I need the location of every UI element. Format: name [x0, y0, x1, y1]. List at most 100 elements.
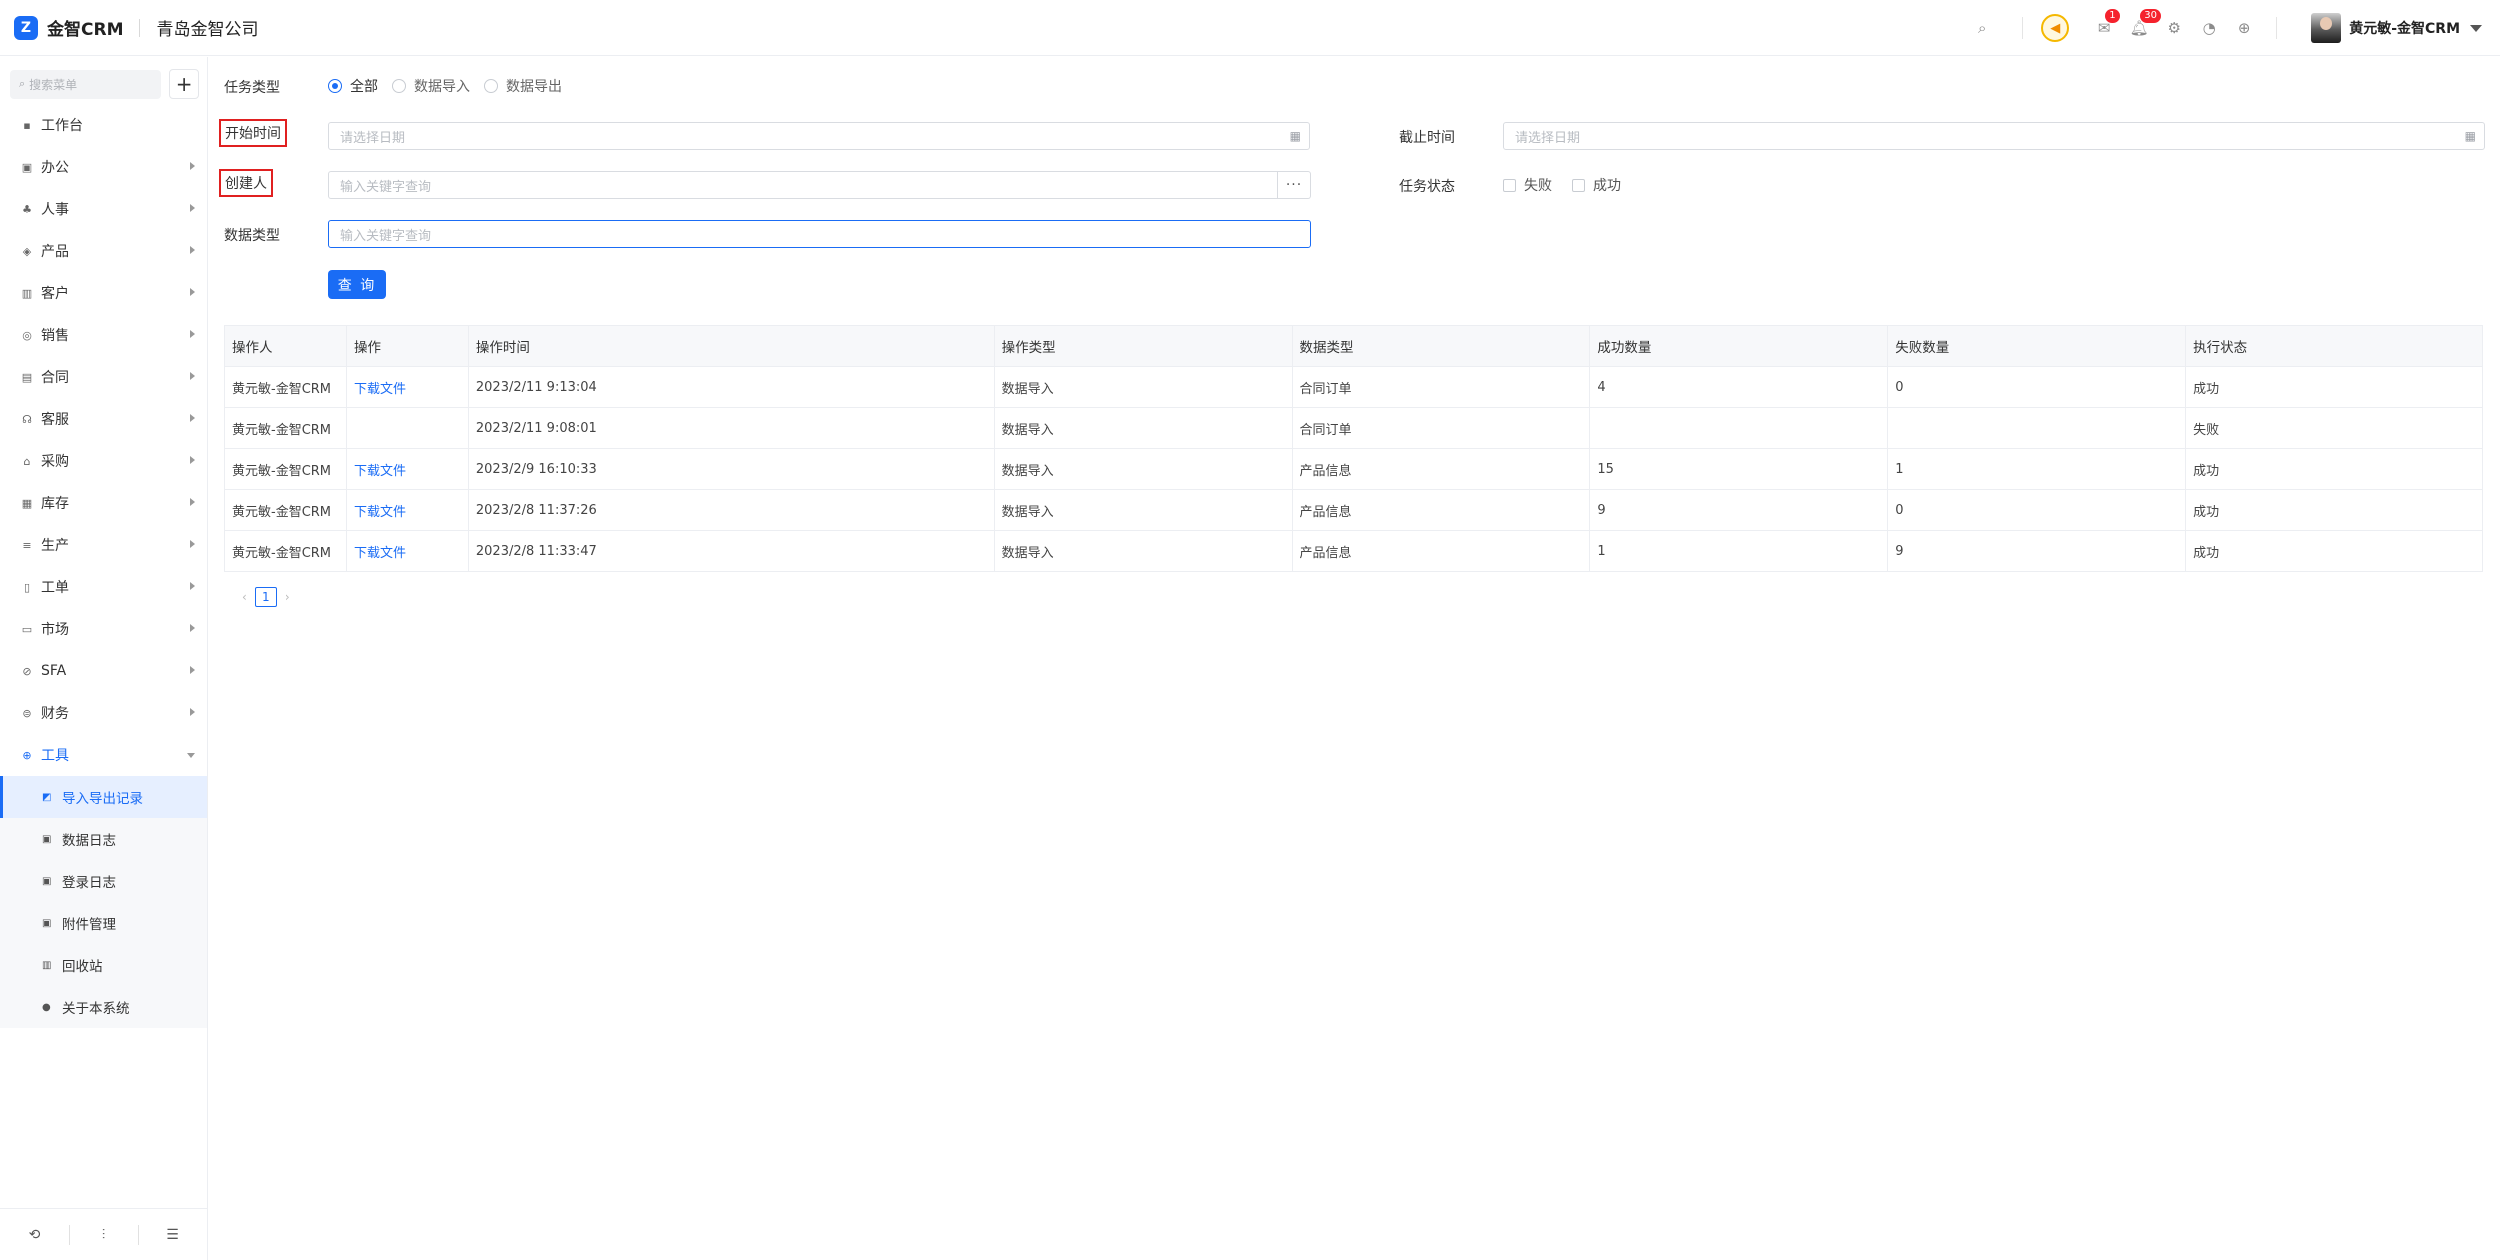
sidebar-item-data-log[interactable]: ▣ 数据日志 — [0, 818, 207, 860]
cell-status: 失败 — [2185, 407, 2483, 449]
cell-time: 2023/2/8 11:37:26 — [467, 489, 995, 531]
sidebar-item-import-export-records[interactable]: ◩ 导入导出记录 — [0, 776, 207, 818]
column-header[interactable]: 执行状态 — [2185, 325, 2483, 367]
menu-search-input[interactable]: ⌕ 搜索菜单 — [10, 69, 162, 99]
collapse-menu-icon[interactable]: ☰ — [138, 1224, 207, 1245]
table-row: 黄元敏-金智CRM 下载文件 2023/2/8 11:33:47 数据导入 产品… — [224, 530, 2483, 572]
sidebar-item-finance[interactable]: ⊜ 财务 — [0, 692, 207, 734]
radio-dot — [392, 79, 406, 93]
app-logo[interactable]: Z 金智CRM — [14, 15, 123, 40]
support-icon: ☊ — [22, 412, 32, 426]
radio-data-import[interactable]: 数据导入 — [392, 76, 470, 96]
sidebar-item-purchase[interactable]: ⌂ 采购 — [0, 440, 207, 482]
column-header[interactable]: 成功数量 — [1589, 325, 1889, 367]
download-file-link[interactable]: 下载文件 — [345, 448, 469, 490]
cell-operation-type: 数据导入 — [993, 407, 1293, 449]
data-type-label: 数据类型 — [224, 228, 280, 244]
cell-data-type: 合同订单 — [1291, 366, 1591, 408]
message-icon[interactable]: ✉ 1 — [2094, 9, 2120, 38]
sidebar-item-sales[interactable]: ◎ 销售 — [0, 314, 207, 356]
sidebar-item-service[interactable]: ☊ 客服 — [0, 398, 207, 440]
sidebar-item-ticket[interactable]: ▯ 工单 — [0, 566, 207, 608]
column-header[interactable]: 操作时间 — [467, 325, 995, 367]
start-time-label: 开始时间 — [219, 119, 287, 147]
sidebar-item-contract[interactable]: ▤ 合同 — [0, 356, 207, 398]
column-header[interactable]: 操作人 — [224, 325, 347, 367]
gear-icon[interactable]: ⚙ — [2164, 18, 2184, 38]
radio-dot — [484, 79, 498, 93]
cell-operation-type: 数据导入 — [993, 448, 1293, 490]
dashboard-icon: ▪ — [23, 118, 31, 132]
column-header[interactable]: 数据类型 — [1291, 325, 1591, 367]
sidebar-item-sfa[interactable]: ⊘ SFA — [0, 650, 207, 692]
query-button[interactable]: 查 询 — [328, 270, 386, 299]
prev-page-icon[interactable]: ‹ — [242, 590, 247, 604]
checkbox-success[interactable]: 成功 — [1572, 175, 1621, 195]
top-header: Z 金智CRM 青岛金智公司 ⌕ ◀ ✉ 1 🔔︎ 30 ⚙ ◔ ⊕ 黄元敏-金… — [0, 0, 2500, 56]
sidebar-item-label: SFA — [41, 663, 67, 679]
header-toolbar: ⌕ ◀ ✉ 1 🔔︎ 30 ⚙ ◔ ⊕ 黄元敏-金智CRM — [1957, 0, 2500, 56]
more-options-icon[interactable]: ··· — [1278, 171, 1311, 199]
login-log-icon: ▣ — [42, 875, 52, 887]
cell-operator: 黄元敏-金智CRM — [224, 366, 347, 408]
data-type-input[interactable]: 输入关键字查询 — [328, 220, 1311, 248]
next-page-icon[interactable]: › — [285, 590, 290, 604]
import-export-icon: ◩ — [42, 791, 52, 803]
sidebar-item-customer[interactable]: ▥ 客户 — [0, 272, 207, 314]
download-file-link[interactable]: 下载文件 — [345, 366, 469, 408]
sidebar-item-recycle-bin[interactable]: ▥ 回收站 — [0, 944, 207, 986]
download-file-link[interactable]: 下载文件 — [345, 489, 469, 531]
company-name[interactable]: 青岛金智公司 — [156, 15, 258, 40]
end-date-input[interactable]: 请选择日期 ▦ — [1503, 122, 2485, 150]
sidebar-item-workbench[interactable]: ▪ 工作台 — [0, 104, 207, 146]
sidebar-item-label: 回收站 — [62, 959, 103, 975]
task-type-label: 任务类型 — [224, 80, 280, 96]
search-icon: ⌕ — [19, 77, 26, 90]
column-header[interactable]: 操作类型 — [993, 325, 1293, 367]
table-header-row: 操作人 操作 操作时间 操作类型 数据类型 成功数量 失败数量 执行状态 — [224, 325, 2483, 367]
radio-all[interactable]: 全部 — [328, 76, 378, 96]
user-menu[interactable]: 黄元敏-金智CRM — [2311, 13, 2482, 43]
message-badge: 1 — [2105, 9, 2120, 23]
sidebar-item-label: 生产 — [41, 538, 69, 554]
page-button-1[interactable]: 1 — [254, 587, 277, 607]
sidebar-item-hr[interactable]: ♣ 人事 — [0, 188, 207, 230]
cell-data-type: 合同订单 — [1291, 407, 1591, 449]
sidebar-item-product[interactable]: ◈ 产品 — [0, 230, 207, 272]
column-header[interactable]: 失败数量 — [1887, 325, 2187, 367]
sidebar-item-inventory[interactable]: ▦ 库存 — [0, 482, 207, 524]
cell-fail-count: 1 — [1887, 448, 2187, 490]
sidebar-item-label: 附件管理 — [62, 917, 116, 933]
customer-icon: ▥ — [21, 286, 33, 300]
market-icon: ▭ — [21, 622, 33, 636]
creator-input[interactable]: 输入关键字查询 — [328, 171, 1278, 199]
radio-data-export[interactable]: 数据导出 — [484, 76, 562, 96]
bell-icon[interactable]: 🔔︎ 30 — [2129, 9, 2161, 38]
office-icon: ▣ — [21, 160, 33, 174]
history-icon[interactable]: ⟲ — [0, 1227, 69, 1243]
sidebar-item-tools[interactable]: ⊕ 工具 — [0, 734, 207, 776]
announcement-icon[interactable]: ◀ — [2041, 14, 2070, 42]
column-header[interactable]: 操作 — [345, 325, 469, 367]
add-menu-button[interactable]: + — [169, 69, 199, 99]
checkbox-failed[interactable]: 失败 — [1503, 175, 1552, 195]
sidebar-item-production[interactable]: ≡ 生产 — [0, 524, 207, 566]
cell-status: 成功 — [2185, 448, 2483, 490]
pie-chart-icon[interactable]: ◔ — [2199, 18, 2219, 38]
chevron-right-icon — [190, 666, 195, 674]
info-icon: ● — [42, 1001, 51, 1013]
checkbox-label: 失败 — [1524, 178, 1552, 194]
help-icon[interactable]: ⊕ — [2234, 18, 2254, 38]
sidebar-item-login-log[interactable]: ▣ 登录日志 — [0, 860, 207, 902]
sidebar-menu: ▪ 工作台 ▣ 办公 ♣ 人事 ◈ 产品 ▥ 客户 ◎ 销售 ▤ 合同 ☊ 客服 ⌂ 采购 ▦ 库存… — [0, 104, 207, 1028]
sidebar-item-about[interactable]: ● 关于本系统 — [0, 986, 207, 1028]
sidebar-item-attachments[interactable]: ▣ 附件管理 — [0, 902, 207, 944]
adjust-icon[interactable]: ⫶ — [69, 1224, 138, 1245]
start-date-input[interactable]: 请选择日期 ▦ — [328, 122, 1310, 150]
sidebar-item-market[interactable]: ▭ 市场 — [0, 608, 207, 650]
sidebar-item-office[interactable]: ▣ 办公 — [0, 146, 207, 188]
checkbox-label: 成功 — [1593, 178, 1621, 194]
download-file-link[interactable]: 下载文件 — [345, 530, 469, 572]
chevron-right-icon — [190, 708, 195, 716]
search-icon[interactable]: ⌕ — [1972, 18, 1992, 38]
